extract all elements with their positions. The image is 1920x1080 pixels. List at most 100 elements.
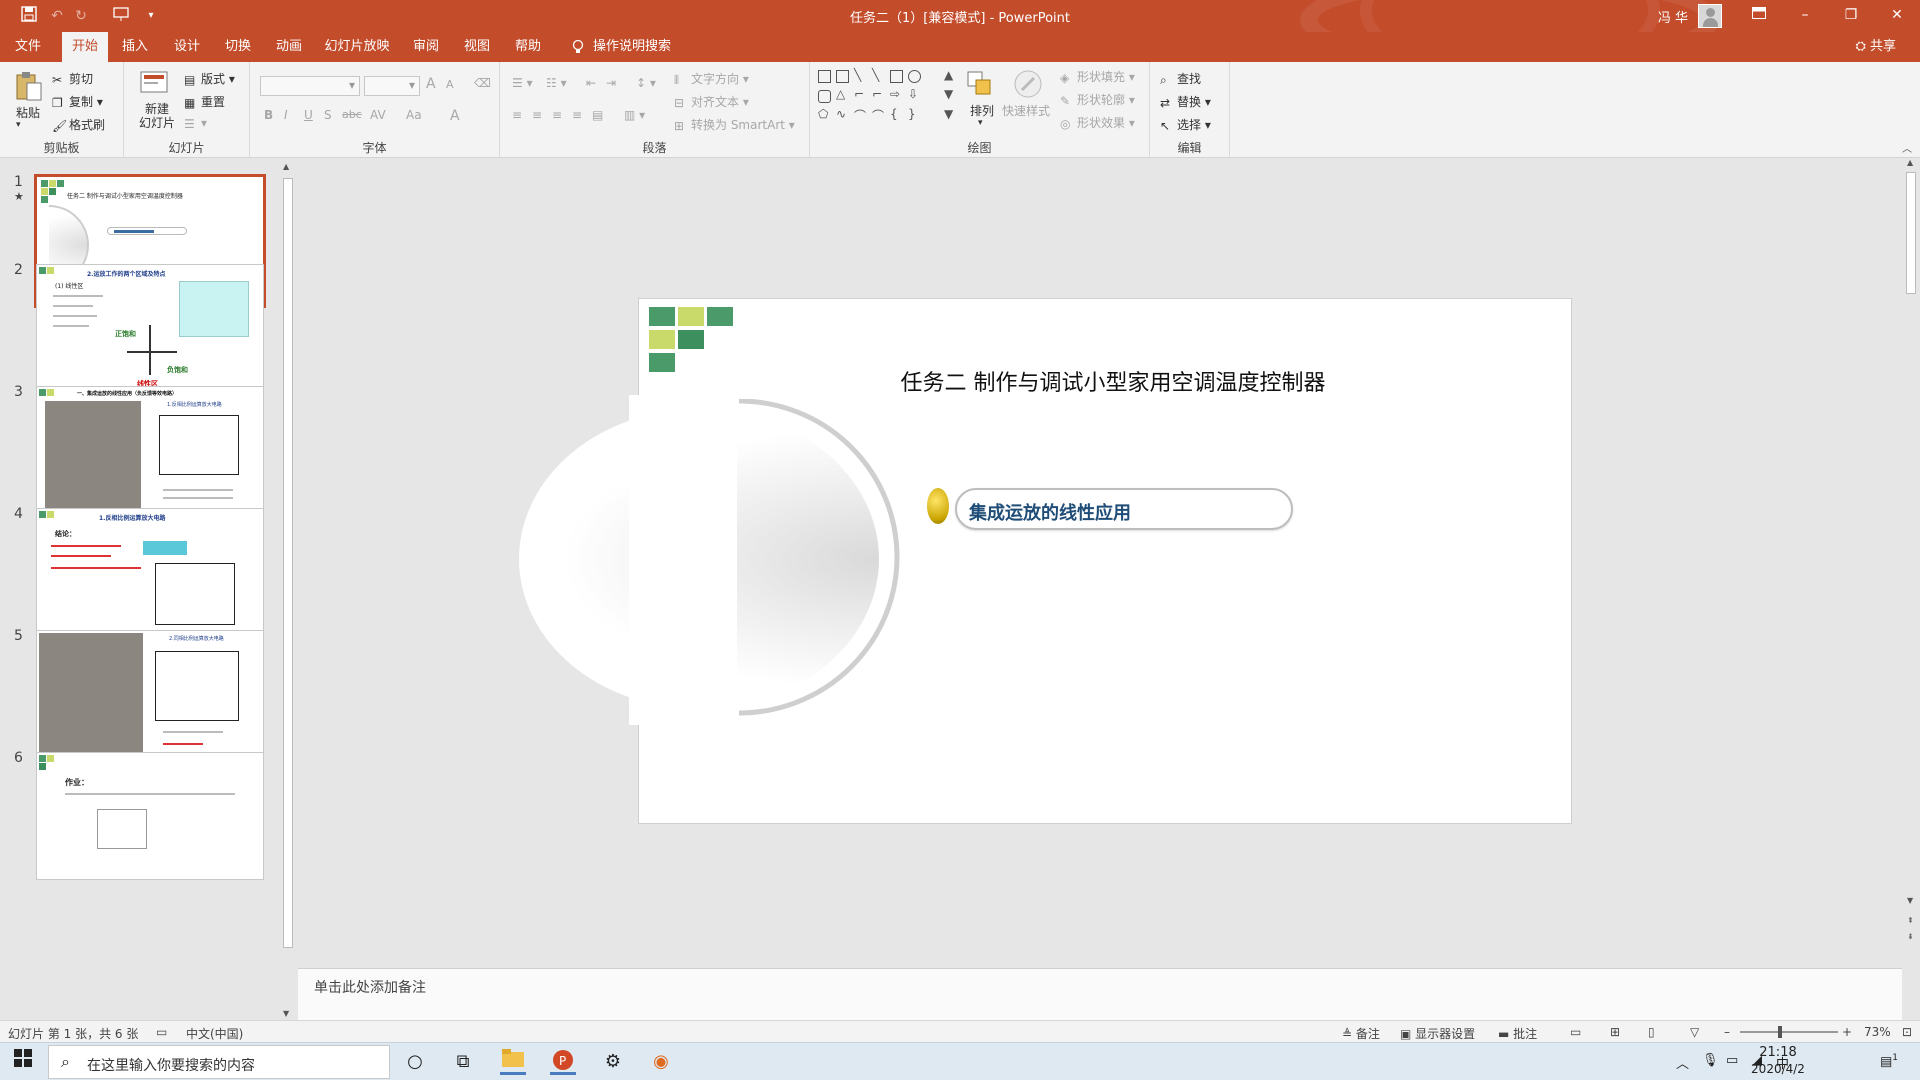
reset-button[interactable]: ▦ 重置 [184,93,225,110]
canvas-scrollbar[interactable]: ▲ ▼ ⇞ ⇟ [1902,158,1920,968]
notes-placeholder[interactable]: 单击此处添加备注 [314,977,426,997]
powerpoint-icon[interactable]: P [550,1049,576,1075]
paste-icon[interactable] [14,70,44,101]
find-button[interactable]: ⌕ 查找 [1160,70,1201,87]
battery-icon[interactable]: ▭ [1726,1053,1738,1068]
tab-design[interactable]: 设计 [166,32,208,62]
avatar[interactable] [1698,4,1722,28]
tab-review[interactable]: 审阅 [406,32,446,62]
tab-file[interactable]: 文件 [8,32,48,62]
textbox-shape-icon[interactable] [818,70,831,83]
distributed-icon[interactable]: ▤ [592,108,603,122]
taskbar-search[interactable]: ⌕ 在这里输入你要搜索的内容 [48,1045,390,1079]
windows-start-icon[interactable] [10,1049,36,1075]
arrange-dropdown-icon[interactable]: ▾ [978,118,983,128]
select-button[interactable]: ↖ 选择 ▾ [1160,116,1211,133]
rectangle-shape-icon[interactable] [890,70,903,83]
line-shape-icon[interactable]: ╲ [854,68,861,82]
file-explorer-icon[interactable] [500,1049,526,1075]
shadow-button[interactable]: S [324,108,332,122]
arrange-icon[interactable] [966,70,996,100]
numbering-icon[interactable]: ☷ ▾ [546,76,567,90]
replace-button[interactable]: ⇄ 替换 ▾ [1160,93,1211,110]
decrease-indent-icon[interactable]: ⇤ [586,76,596,90]
scrollbar-thumb[interactable] [1906,172,1916,294]
italic-button[interactable]: I [284,108,288,122]
align-right-icon[interactable]: ≡ [552,108,562,122]
layout-button[interactable]: ▤ 版式 ▾ [184,70,235,87]
vertical-textbox-shape-icon[interactable] [836,70,849,83]
cortana-icon[interactable]: ○ [402,1049,428,1075]
down-arrow-shape-icon[interactable]: ⇩ [908,87,918,101]
scroll-up-icon[interactable]: ▲ [283,162,289,171]
rounded-rect-shape-icon[interactable] [818,90,831,103]
lightbulb-icon[interactable] [566,32,590,62]
elbow-arrow-icon[interactable]: ⌐ [872,87,882,101]
change-case-button[interactable]: Aa [406,108,422,122]
notification-center[interactable]: ▤1 [1880,1053,1898,1069]
elbow-connector-icon[interactable]: ⌐ [854,87,864,101]
share-button[interactable]: ⛭ 共享 [1855,32,1896,62]
settings-icon[interactable]: ⚙ [600,1049,626,1075]
curve-shape-icon[interactable]: ⌒ [854,107,866,124]
microphone-icon[interactable]: 🎙 [1702,1053,1719,1068]
slide-thumbnail-6[interactable]: 作业： [36,752,264,880]
text-direction-button[interactable]: ⫴ 文字方向 ▾ [674,70,749,87]
next-slide-icon[interactable]: ⇟ [1907,932,1914,941]
increase-indent-icon[interactable]: ⇥ [606,76,616,90]
tell-me-search[interactable]: 操作说明搜索 [592,32,672,62]
slideshow-view-icon[interactable]: ▽ [1690,1025,1699,1039]
underline-button[interactable]: U [304,108,313,122]
freeform-shape-icon[interactable]: ⬠ [818,107,828,121]
clear-format-icon[interactable]: ⌫ [474,76,491,90]
shape-effects-button[interactable]: ◎ 形状效果 ▾ [1060,114,1135,131]
slide-sorter-icon[interactable]: ⊞ [1610,1025,1620,1039]
scroll-down-icon[interactable]: ▼ [283,1009,289,1018]
arc-shape-icon[interactable]: ⌒ [872,107,884,124]
font-name-combo[interactable]: ▾ [260,76,360,96]
align-left-icon[interactable]: ≡ [512,108,522,122]
display-settings-button[interactable]: ▣ 显示器设置 [1400,1025,1475,1042]
zoom-slider[interactable] [1740,1026,1838,1038]
columns-icon[interactable]: ▥ ▾ [624,108,645,122]
scribble-shape-icon[interactable]: ∿ [836,107,846,121]
reading-view-icon[interactable]: ▯ [1648,1025,1655,1039]
scroll-down-icon[interactable]: ▼ [1907,896,1913,905]
slide-canvas[interactable]: 任务二 制作与调试小型家用空调温度控制器 集成运放的线性应用 [519,298,1572,824]
slide-thumbnail-4[interactable]: 1.反相比例运算放大电路 结论： [36,508,264,636]
quick-styles-button[interactable]: 快速样式 [1002,102,1050,119]
align-text-button[interactable]: ⊟ 对齐文本 ▾ [674,93,749,110]
language-status[interactable]: 中文(中国) [186,1025,243,1042]
notes-toggle[interactable]: ≜ 备注 [1342,1025,1380,1042]
bold-button[interactable]: B [264,108,273,122]
zoom-out-icon[interactable]: – [1724,1025,1730,1039]
right-brace-shape-icon[interactable]: } [908,107,916,121]
quick-styles-icon[interactable] [1012,68,1042,98]
user-name[interactable]: 冯 华 [1658,7,1688,26]
paste-dropdown-icon[interactable]: ▾ [16,120,21,130]
grow-font-icon[interactable]: A [426,76,436,92]
comments-button[interactable]: ▬ 批注 [1498,1025,1537,1042]
paste-button[interactable]: 粘贴 [16,104,40,121]
clock-date[interactable]: 2020/4/2 [1748,1062,1808,1076]
slide-title[interactable]: 任务二 制作与调试小型家用空调温度控制器 [813,365,1413,397]
smartart-button[interactable]: ⊞ 转换为 SmartArt ▾ [674,116,795,133]
char-spacing-button[interactable]: AV [370,108,386,122]
scrollbar-thumb[interactable] [283,178,293,948]
triangle-shape-icon[interactable]: △ [836,87,845,101]
clock-time[interactable]: 21:18 [1748,1045,1808,1060]
arrow-line-shape-icon[interactable]: ╲ [872,68,879,82]
task-view-icon[interactable]: ⧉ [450,1049,476,1075]
app-icon[interactable]: ◉ [648,1049,674,1075]
new-slide-icon[interactable] [140,70,170,100]
notes-pane[interactable]: 单击此处添加备注 [298,968,1902,1020]
zoom-slider-thumb[interactable] [1778,1026,1782,1038]
close-icon[interactable]: ✕ [1874,0,1920,32]
tab-view[interactable]: 视图 [457,32,497,62]
minimize-icon[interactable]: – [1782,0,1828,32]
left-brace-shape-icon[interactable]: { [890,107,898,121]
slide-thumbnail-5[interactable]: 2.同相比例运算放大电路 [36,630,264,758]
fit-slide-icon[interactable]: ⊡ [1902,1025,1912,1039]
tab-slideshow[interactable]: 幻灯片放映 [322,32,392,62]
tab-transitions[interactable]: 切换 [218,32,258,62]
